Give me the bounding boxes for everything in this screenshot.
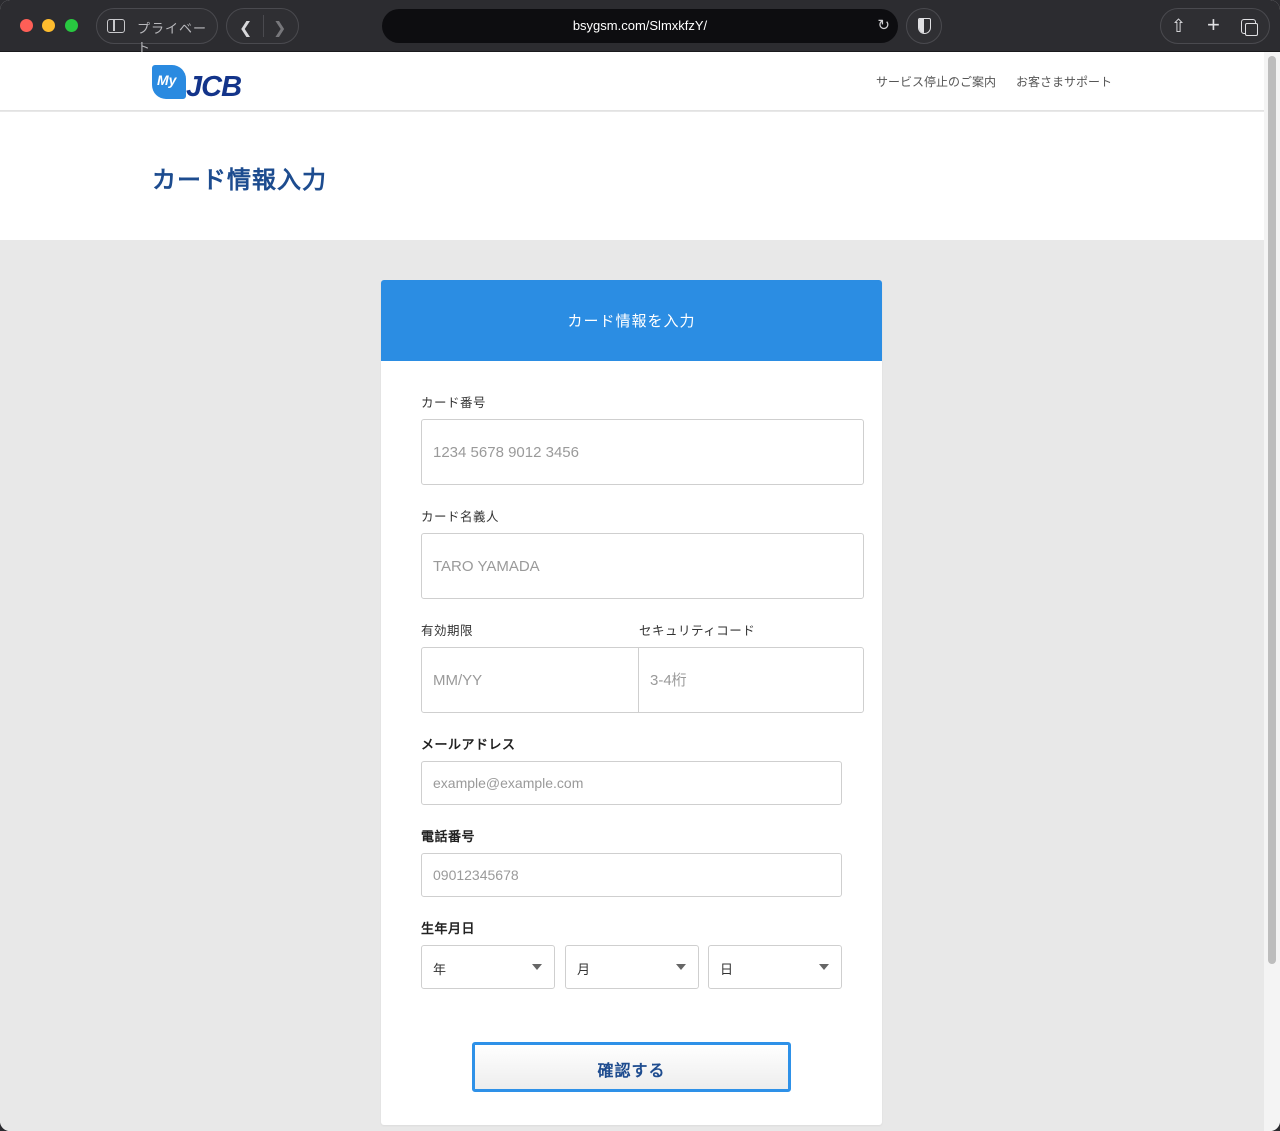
site-header: My JCB サービス停止のご案内 お客さまサポート <box>0 52 1264 111</box>
customer-support-link[interactable]: お客さまサポート <box>1016 73 1112 90</box>
minimize-window-button[interactable] <box>42 19 55 32</box>
sidebar-icon <box>107 19 125 33</box>
birth-month-value: 月 <box>577 962 591 977</box>
zoom-window-button[interactable] <box>65 19 78 32</box>
share-icon[interactable]: ⇧ <box>1171 16 1186 37</box>
confirm-button-label: 確認する <box>597 1063 666 1080</box>
card-number-label: カード番号 <box>421 396 487 410</box>
expiry-input[interactable] <box>421 647 654 713</box>
service-outage-link[interactable]: サービス停止のご案内 <box>876 73 996 90</box>
phone-label: 電話番号 <box>421 829 476 844</box>
email-label: メールアドレス <box>421 737 516 752</box>
caret-down-icon <box>676 964 686 970</box>
page-title: カード情報入力 <box>152 167 327 194</box>
sidebar-toggle-button[interactable]: プライベート <box>96 8 218 55</box>
logo-jcb-text: JCB <box>186 71 242 103</box>
shield-icon <box>918 18 931 34</box>
scrollbar-thumb[interactable] <box>1268 56 1276 964</box>
form-header: カード情報を入力 <box>381 280 882 361</box>
page-scrollbar[interactable] <box>1264 52 1280 1131</box>
back-arrow-icon[interactable]: ❮ <box>239 18 252 38</box>
address-bar[interactable]: bsygsm.com/SlmxkfzY/ ↻ <box>382 9 898 43</box>
cvv-label: セキュリティコード <box>639 624 756 638</box>
email-input[interactable] <box>421 761 842 805</box>
logo-my-text: My <box>157 72 177 88</box>
birth-month-select[interactable]: 月 <box>565 945 699 989</box>
card-name-input[interactable] <box>421 533 864 599</box>
navigation-buttons: ❮ ❯ <box>226 8 299 44</box>
private-mode-label: プライベート <box>137 21 208 55</box>
browser-toolbar: プライベート ❮ ❯ bsygsm.com/SlmxkfzY/ ↻ ⇧ + <box>0 0 1280 55</box>
cvv-input[interactable] <box>638 647 864 713</box>
caret-down-icon <box>532 964 542 970</box>
form-header-title: カード情報を入力 <box>567 313 696 330</box>
caret-down-icon <box>819 964 829 970</box>
toolbar-actions: ⇧ + <box>1160 8 1270 44</box>
card-info-form: カード情報を入力 カード番号 カード名義人 有効期限 セキュリティコード メール… <box>381 280 882 1125</box>
card-name-label: カード名義人 <box>421 510 500 524</box>
birthdate-label: 生年月日 <box>421 921 476 936</box>
privacy-report-button[interactable] <box>906 8 942 44</box>
reload-icon[interactable]: ↻ <box>877 16 890 34</box>
new-tab-icon[interactable]: + <box>1207 12 1220 38</box>
close-window-button[interactable] <box>20 19 33 32</box>
myjcb-logo[interactable]: My JCB <box>152 65 262 103</box>
birth-year-select[interactable]: 年 <box>421 945 555 989</box>
url-text: bsygsm.com/SlmxkfzY/ <box>572 18 708 33</box>
card-number-input[interactable] <box>421 419 864 485</box>
birth-year-value: 年 <box>433 962 447 977</box>
birth-day-value: 日 <box>720 962 734 977</box>
phone-input[interactable] <box>421 853 842 897</box>
title-band: カード情報入力 <box>0 112 1264 240</box>
tab-overview-icon[interactable] <box>1241 19 1258 36</box>
browser-window: プライベート ❮ ❯ bsygsm.com/SlmxkfzY/ ↻ ⇧ + My… <box>0 0 1280 1131</box>
expiry-label: 有効期限 <box>421 624 474 638</box>
forward-arrow-icon[interactable]: ❯ <box>273 18 286 38</box>
birth-day-select[interactable]: 日 <box>708 945 842 989</box>
nav-divider <box>263 15 264 37</box>
web-page: My JCB サービス停止のご案内 お客さまサポート カード情報入力 カード情報… <box>0 52 1264 1131</box>
confirm-button[interactable]: 確認する <box>472 1042 791 1092</box>
